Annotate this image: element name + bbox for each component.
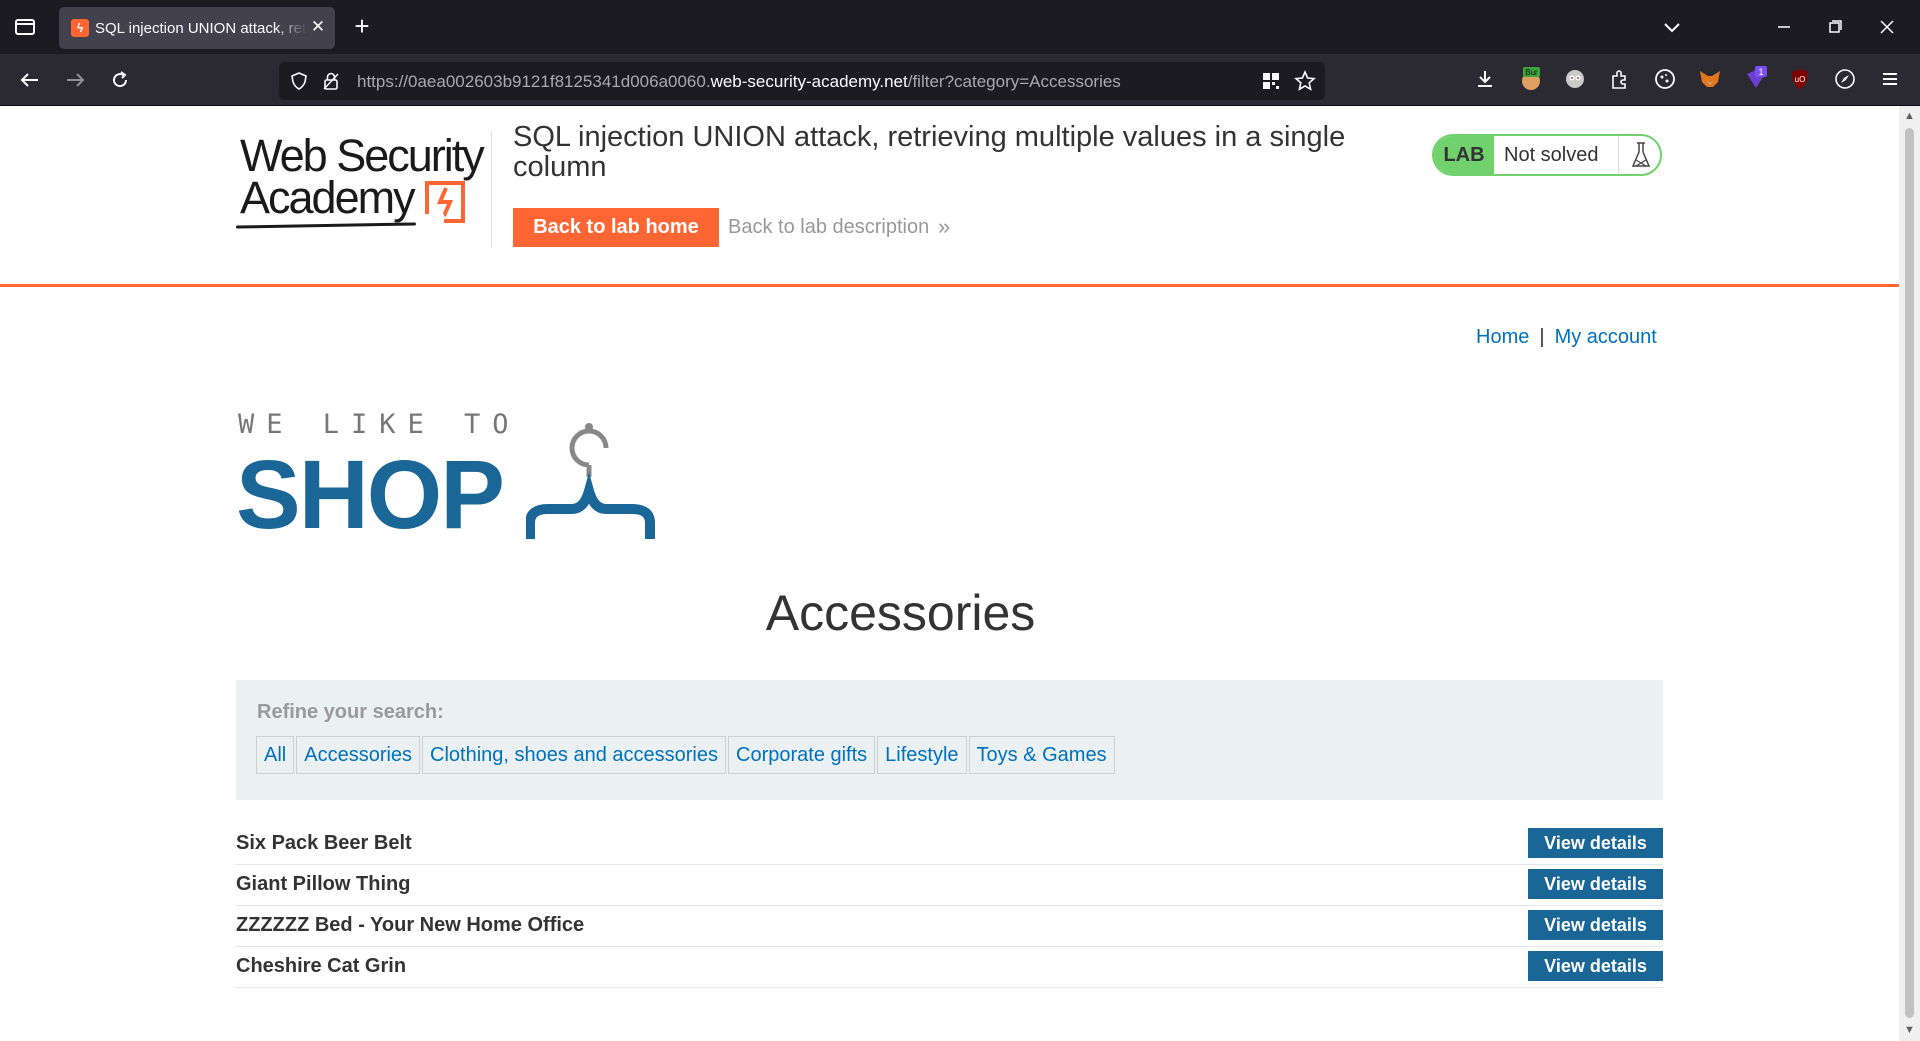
tab-list-icon[interactable] bbox=[12, 15, 38, 39]
tracking-protection-shield-icon[interactable] bbox=[289, 71, 309, 91]
my-account-link[interactable]: My account bbox=[1555, 326, 1657, 348]
bookmark-star-icon[interactable] bbox=[1294, 69, 1316, 92]
filter-accessories[interactable]: Accessories bbox=[296, 736, 421, 774]
product-name: Cheshire Cat Grin bbox=[236, 955, 407, 977]
url-prefix: https://0aea002603b9121f8125341d006a0060… bbox=[357, 72, 711, 91]
address-bar[interactable]: https://0aea002603b9121f8125341d006a0060… bbox=[279, 62, 1325, 100]
table-row: Six Pack Beer Belt View details bbox=[236, 824, 1663, 865]
burp-extension-icon[interactable]: Bur bbox=[1518, 66, 1544, 92]
extensions-puzzle-icon[interactable] bbox=[1607, 66, 1633, 92]
hamburger-menu-icon[interactable] bbox=[1877, 66, 1903, 92]
scroll-down-arrow-icon[interactable]: ▼ bbox=[1903, 1024, 1916, 1037]
scroll-up-arrow-icon[interactable]: ▲ bbox=[1903, 110, 1916, 123]
nav-separator: | bbox=[1539, 326, 1545, 348]
logo-line-2: Academy bbox=[240, 172, 416, 223]
category-title-text: Accessories bbox=[765, 585, 1036, 641]
burp-badge-text: Bur bbox=[1525, 68, 1538, 77]
ublock-origin-icon[interactable]: uO bbox=[1787, 66, 1813, 92]
table-row: Cheshire Cat Grin View details bbox=[236, 947, 1663, 988]
forward-arrow-icon[interactable] bbox=[62, 67, 88, 93]
academy-header: Web Security Academy SQL injection UNION… bbox=[0, 106, 1899, 287]
scrollbar-thumb[interactable] bbox=[1905, 128, 1914, 1018]
compass-extension-icon[interactable] bbox=[1832, 66, 1858, 92]
site-lock-icon[interactable] bbox=[321, 71, 341, 91]
view-details-button[interactable]: View details bbox=[1528, 828, 1663, 858]
lab-badge: LAB bbox=[1434, 136, 1494, 174]
filter-corporate-gifts[interactable]: Corporate gifts bbox=[728, 736, 876, 774]
back-to-lab-home-button[interactable]: Back to lab home bbox=[513, 208, 719, 247]
lab-status-text: Not solved bbox=[1504, 144, 1599, 166]
lab-title: SQL injection UNION attack, retrieving m… bbox=[513, 121, 1346, 183]
browser-tab-bar: ϟ SQL injection UNION attack, retrieving… bbox=[0, 0, 1920, 54]
ublock-badge-text: uO bbox=[1795, 75, 1806, 84]
purple-badge-text: 1 bbox=[1758, 67, 1763, 77]
close-window-icon[interactable] bbox=[1873, 14, 1901, 40]
view-details-button[interactable]: View details bbox=[1528, 951, 1663, 981]
purple-extension-icon[interactable]: 1 bbox=[1743, 66, 1769, 92]
view-details-button[interactable]: View details bbox=[1528, 910, 1663, 940]
reload-icon[interactable] bbox=[107, 67, 133, 93]
filter-lifestyle[interactable]: Lifestyle bbox=[877, 736, 967, 774]
header-divider bbox=[491, 132, 492, 248]
filter-toys-games[interactable]: Toys & Games bbox=[968, 736, 1115, 774]
top-navigation: Home | My account bbox=[1476, 326, 1657, 349]
home-link[interactable]: Home bbox=[1476, 326, 1529, 348]
cookie-extension-icon[interactable] bbox=[1652, 66, 1678, 92]
back-arrow-icon[interactable] bbox=[17, 67, 43, 93]
product-name: Giant Pillow Thing bbox=[236, 873, 411, 895]
product-list: Six Pack Beer Belt View details Giant Pi… bbox=[236, 824, 1663, 988]
filter-panel: Refine your search: All Accessories Clothi… bbox=[236, 680, 1663, 800]
product-name: Six Pack Beer Belt bbox=[236, 832, 412, 854]
url-path: /filter?category=Accessories bbox=[907, 72, 1121, 91]
lab-status-widget: LAB Not solved bbox=[1432, 134, 1662, 176]
category-title: Accessories bbox=[0, 584, 1899, 642]
tab-title: SQL injection UNION attack, retrieving m… bbox=[95, 20, 307, 37]
logo-bolt-icon bbox=[424, 181, 465, 226]
filter-categories: All Accessories Clothing, shoes and access… bbox=[256, 736, 1117, 774]
filter-label: Refine your search: bbox=[257, 701, 444, 723]
browser-nav-bar: https://0aea002603b9121f8125341d006a0060… bbox=[0, 54, 1920, 106]
filter-all[interactable]: All bbox=[256, 736, 295, 774]
shop-logo[interactable]: WE LIKE TO SHOP bbox=[236, 409, 676, 549]
cookie-editor-extension-icon[interactable] bbox=[1562, 66, 1588, 92]
table-row: ZZZZZZ Bed - Your New Home Office View d… bbox=[236, 906, 1663, 947]
url-text[interactable]: https://0aea002603b9121f8125341d006a0060… bbox=[357, 72, 1121, 92]
web-security-academy-logo[interactable]: Web Security Academy bbox=[235, 130, 490, 234]
filter-clothing[interactable]: Clothing, shoes and accessories bbox=[422, 736, 726, 774]
shop-logo-name: SHOP bbox=[236, 440, 505, 549]
list-all-tabs-chevron-icon[interactable] bbox=[1660, 15, 1684, 39]
back-to-lab-description-link[interactable]: Back to lab description bbox=[728, 216, 929, 239]
page-scrollbar[interactable]: ▲ ▼ bbox=[1899, 106, 1920, 1041]
tab-close-icon[interactable]: ✕ bbox=[307, 16, 329, 38]
view-details-button[interactable]: View details bbox=[1528, 869, 1663, 899]
double-chevron-right-icon[interactable]: » bbox=[938, 214, 950, 240]
tab-favicon-icon: ϟ bbox=[71, 19, 89, 37]
new-tab-button[interactable]: + bbox=[348, 13, 376, 41]
shop-logo-tagline: WE LIKE TO bbox=[238, 409, 521, 440]
product-name: ZZZZZZ Bed - Your New Home Office bbox=[236, 914, 585, 936]
table-row: Giant Pillow Thing View details bbox=[236, 865, 1663, 906]
flask-icon bbox=[1618, 136, 1660, 174]
browser-tab-active[interactable]: ϟ SQL injection UNION attack, retrieving… bbox=[59, 7, 335, 49]
page-viewport: Web Security Academy SQL injection UNION… bbox=[0, 106, 1899, 1041]
restore-window-icon[interactable] bbox=[1821, 14, 1849, 40]
qr-code-icon[interactable] bbox=[1261, 71, 1281, 91]
downloads-icon[interactable] bbox=[1472, 66, 1498, 92]
clothes-hanger-icon bbox=[526, 423, 655, 539]
metamask-fox-icon[interactable] bbox=[1697, 66, 1723, 92]
minimize-window-icon[interactable] bbox=[1770, 14, 1798, 40]
url-domain: web-security-academy.net bbox=[710, 72, 908, 91]
